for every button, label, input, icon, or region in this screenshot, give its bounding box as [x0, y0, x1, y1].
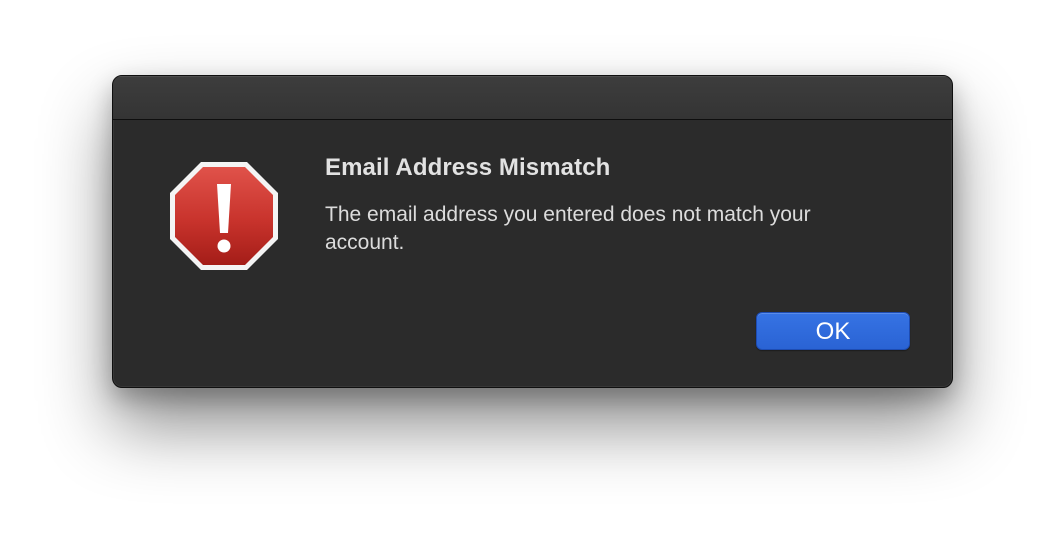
dialog-message: The email address you entered does not m… — [325, 203, 811, 254]
ok-button[interactable]: OK — [756, 312, 910, 350]
dialog-title: Email Address Mismatch — [325, 154, 611, 181]
screen: Email Address Mismatch The email address… — [0, 0, 1064, 536]
alert-dialog: Email Address Mismatch The email address… — [112, 75, 953, 388]
dialog-titlebar[interactable] — [113, 76, 952, 120]
stop-alert-icon — [168, 160, 280, 272]
